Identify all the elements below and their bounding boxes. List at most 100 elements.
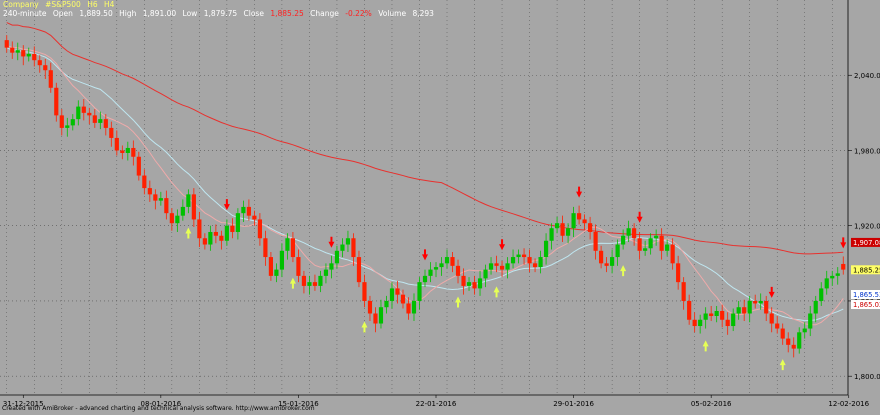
candle-body	[472, 282, 477, 289]
candle-body	[279, 250, 285, 270]
candle-body	[786, 338, 791, 345]
y-tick-label: 1,920.0	[854, 223, 880, 231]
candle-body	[444, 257, 450, 264]
candle-body	[521, 254, 527, 258]
candle-body	[59, 115, 64, 128]
close-label: Close	[243, 9, 264, 18]
candle-body	[120, 150, 125, 153]
candle-body	[323, 269, 329, 276]
candle-body	[554, 223, 560, 229]
candle-body	[131, 147, 136, 157]
candle-body	[219, 235, 224, 241]
candle-body	[334, 250, 340, 264]
candle-body	[10, 47, 15, 53]
candle-body	[329, 263, 334, 270]
candle-body	[136, 156, 141, 176]
candle-body	[175, 215, 180, 224]
candle-body	[670, 244, 675, 264]
candle-body	[637, 238, 642, 251]
volume-label: Volume	[378, 9, 407, 18]
candle-body	[466, 282, 472, 286]
footer-credit: Created with AmiBroker - advanced charti…	[2, 405, 315, 412]
candle-body	[422, 275, 428, 283]
candle-body	[395, 288, 400, 295]
chart-window: 2,040.01,980.01,920.01,860.01,800.031-12…	[0, 0, 880, 415]
interval-label: 240-minute	[3, 9, 47, 18]
volume-value: 8,293	[412, 9, 434, 18]
candle-body	[808, 313, 813, 329]
candle-body	[769, 313, 774, 324]
candle-body	[4, 40, 9, 48]
price-label-text: 1,907.08	[853, 239, 880, 247]
candle-body	[48, 70, 53, 88]
candle-body	[494, 263, 499, 266]
candle-body	[208, 231, 213, 245]
candle-body	[428, 269, 433, 276]
chart-title-row: Company #S&P500 H6 H4	[3, 0, 118, 9]
candle-body	[698, 319, 703, 327]
candle-body	[87, 112, 92, 116]
candle-body	[819, 288, 824, 301]
low-label: Low	[182, 9, 198, 18]
candle-body	[147, 188, 152, 195]
candle-body	[318, 275, 323, 286]
candle-body	[676, 263, 681, 283]
candle-body	[753, 300, 758, 304]
candle-body	[588, 223, 593, 232]
candle-body	[488, 263, 494, 270]
candle-body	[802, 328, 807, 333]
candle-body	[290, 238, 296, 258]
candle-body	[285, 238, 290, 251]
candle-body	[103, 119, 108, 128]
candle-body	[417, 282, 422, 301]
candle-body	[830, 275, 835, 279]
candle-body	[43, 65, 48, 71]
candle-body	[758, 300, 763, 304]
candle-body	[455, 265, 461, 276]
candle-body	[109, 127, 114, 138]
low-value: 1,879.75	[203, 9, 238, 18]
candle-body	[604, 263, 609, 266]
candle-body	[76, 106, 81, 120]
candle-body	[32, 53, 37, 61]
candle-body	[15, 50, 20, 53]
x-tick-label: 22-01-2016	[416, 400, 457, 408]
candle-body	[164, 198, 169, 214]
price-label-text: 1,885.25	[853, 266, 880, 274]
price-chart[interactable]: 2,040.01,980.01,920.01,860.01,800.031-12…	[0, 0, 880, 415]
candle-body	[356, 257, 362, 283]
candle-body	[610, 257, 615, 266]
candle-body	[367, 300, 373, 314]
candle-body	[21, 50, 26, 57]
candle-body	[731, 313, 736, 327]
candle-body	[510, 257, 516, 264]
candle-body	[681, 282, 686, 301]
candle-body	[703, 313, 708, 320]
candle-body	[659, 235, 664, 251]
plot-background	[0, 0, 880, 415]
candle-body	[268, 257, 273, 276]
candle-body	[714, 310, 719, 316]
candle-body	[543, 240, 549, 258]
candle-body	[169, 213, 174, 224]
x-tick-label: 29-01-2016	[553, 400, 594, 408]
candle-body	[312, 282, 318, 286]
candle-body	[186, 194, 191, 207]
candle-body	[65, 125, 70, 128]
candle-body	[577, 213, 582, 220]
ohlc-row: 240-minute Open 1,889.50 High 1,891.00 L…	[3, 9, 438, 18]
candle-body	[549, 228, 554, 241]
candle-body	[780, 328, 785, 339]
period-tag: H4	[104, 0, 115, 9]
candle-body	[791, 344, 796, 349]
candle-body	[764, 300, 769, 314]
candle-body	[142, 175, 147, 189]
high-value: 1,891.00	[142, 9, 177, 18]
candle-body	[692, 319, 697, 327]
candle-body	[351, 238, 356, 258]
candle-body	[296, 257, 301, 276]
candle-body	[406, 303, 411, 314]
candle-body	[643, 248, 648, 251]
candle-body	[26, 53, 31, 57]
open-value: 1,889.50	[79, 9, 113, 18]
